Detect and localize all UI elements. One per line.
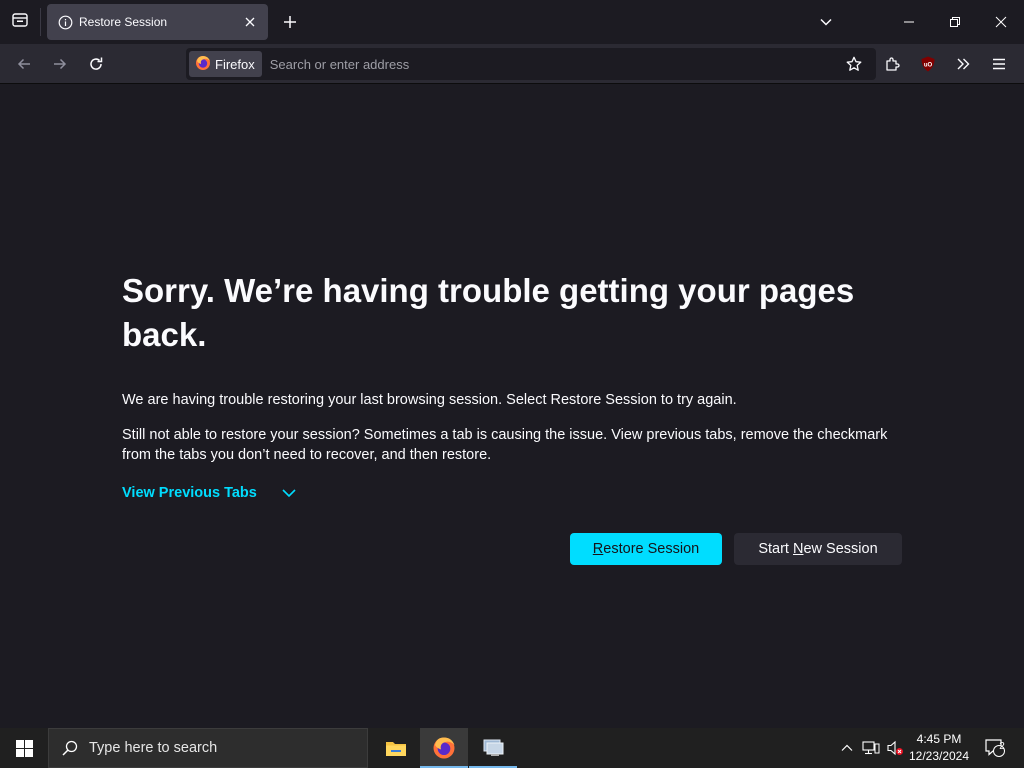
page-content: Sorry. We’re having trouble getting your… (0, 85, 1024, 728)
restore-accesskey: R (592, 541, 604, 557)
chevron-down-icon (281, 487, 297, 499)
new-tab-icon[interactable] (276, 8, 304, 36)
clock-time: 4:45 PM (916, 732, 962, 746)
list-all-tabs-icon[interactable] (812, 8, 840, 36)
notification-count: 2 (999, 741, 1005, 752)
bookmark-star-icon[interactable] (840, 50, 868, 78)
start-new-session-button[interactable]: Start New Session (734, 533, 902, 565)
reload-icon[interactable] (80, 48, 112, 80)
address-input[interactable] (269, 56, 840, 72)
tab-title: Restore Session (79, 15, 168, 29)
view-previous-tabs-toggle[interactable]: View Previous Tabs (122, 485, 297, 501)
restore-session-button[interactable]: Restore Session (570, 533, 722, 565)
description-paragraph: We are having trouble restoring your las… (122, 392, 737, 408)
identity-box[interactable]: Firefox (189, 51, 262, 77)
page-title: Sorry. We’re having trouble getting your… (122, 272, 855, 353)
restore-icon[interactable] (932, 0, 978, 44)
help-paragraph: Still not able to restore your session? … (122, 427, 888, 463)
show-hidden-icons-chevron[interactable] (838, 728, 856, 768)
restore-label: estore Session (603, 541, 700, 557)
tab-list-icon (11, 11, 29, 34)
taskbar-search-box[interactable]: Type here to search (48, 728, 368, 768)
system-clock[interactable]: 4:45 PM 12/23/2024 (904, 731, 974, 765)
back-icon[interactable] (8, 48, 40, 80)
overflow-chevrons-icon[interactable] (947, 48, 979, 80)
tab-strip: Restore Session (0, 0, 1024, 44)
ublock-origin-icon[interactable]: uO (912, 48, 944, 80)
info-icon (57, 14, 73, 30)
firefox-logo-icon (195, 55, 211, 74)
firefox-view-button[interactable] (6, 8, 34, 36)
tab-separator (40, 8, 41, 36)
menu-icon[interactable] (983, 48, 1015, 80)
close-tab-icon[interactable] (238, 10, 262, 34)
file-explorer-icon[interactable] (372, 728, 420, 768)
minimize-icon[interactable] (886, 0, 932, 44)
new-session-label-end: ew Session (803, 541, 878, 557)
view-previous-tabs-label: View Previous Tabs (122, 485, 257, 501)
taskbar-search-placeholder: Type here to search (89, 740, 218, 756)
svg-text:uO: uO (924, 63, 933, 69)
network-app-icon[interactable] (469, 728, 517, 768)
taskbar: Type here to search 4:45 PM 12/23/2024 2 (0, 728, 1024, 768)
forward-icon[interactable] (44, 48, 76, 80)
tab-restore-session[interactable]: Restore Session (47, 4, 268, 40)
windows-start-icon[interactable] (0, 728, 48, 768)
new-session-label-start: Start (758, 541, 793, 557)
clock-date: 12/23/2024 (908, 749, 970, 763)
volume-muted-icon[interactable] (884, 728, 906, 768)
firefox-taskbar-icon[interactable] (420, 728, 468, 768)
url-bar[interactable]: Firefox (186, 48, 876, 80)
extensions-icon[interactable] (876, 48, 908, 80)
network-icon[interactable] (860, 728, 882, 768)
navigation-toolbar: Firefox uO (0, 44, 1024, 84)
close-window-icon[interactable] (978, 0, 1024, 44)
new-session-accesskey: N (793, 541, 804, 557)
notification-icon[interactable]: 2 (978, 728, 1012, 768)
identity-label: Firefox (215, 56, 255, 72)
search-icon (61, 739, 79, 757)
